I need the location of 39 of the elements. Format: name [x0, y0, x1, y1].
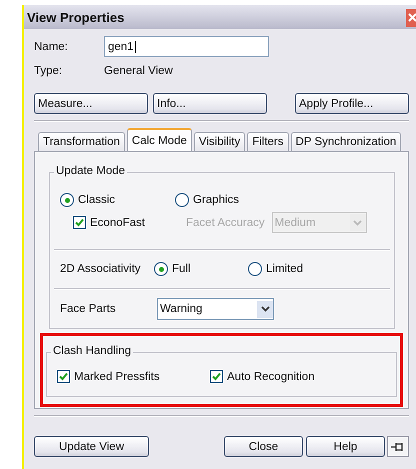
pin-button[interactable] — [387, 436, 409, 457]
checkbox[interactable] — [210, 370, 223, 383]
tab[interactable]: Visibility — [194, 132, 246, 151]
checkbox-label: Auto Recognition — [227, 370, 315, 382]
checkbox[interactable] — [57, 370, 70, 383]
radio-button[interactable] — [175, 193, 189, 207]
associativity-label: 2D Associativity — [60, 263, 142, 275]
radio-label: Graphics — [193, 194, 240, 206]
action-button[interactable]: Apply Profile... — [295, 93, 409, 114]
group-title: Clash Handling — [51, 345, 133, 357]
name-field[interactable]: gen1 — [104, 36, 269, 57]
tab[interactable]: Filters — [247, 132, 289, 151]
checkbox-label: Marked Pressfits — [74, 370, 160, 382]
radio-button[interactable] — [60, 193, 74, 207]
tab[interactable]: Calc Mode — [126, 128, 192, 151]
radio-button[interactable] — [154, 262, 168, 276]
type-value: General View — [104, 65, 173, 77]
group-title: Update Mode — [54, 165, 128, 177]
close-icon[interactable] — [406, 9, 416, 27]
dialog-button[interactable]: Close — [224, 436, 303, 457]
name-label: Name: — [34, 40, 69, 52]
tab[interactable]: DP Synchronization — [290, 132, 402, 151]
window-title: View Properties — [27, 10, 124, 24]
dialog-button[interactable]: Update View — [34, 436, 149, 457]
radio-button[interactable] — [248, 262, 262, 276]
radio-label: Classic — [78, 194, 116, 206]
tab[interactable]: Transformation — [38, 132, 125, 151]
pin-icon — [391, 442, 405, 452]
dialog-button[interactable]: Help — [306, 436, 385, 457]
type-label: Type: — [34, 65, 64, 77]
face-parts-dropdown[interactable]: Warning — [157, 298, 274, 320]
radio-label: Limited — [266, 263, 304, 275]
checkbox[interactable] — [73, 216, 86, 229]
facet-accuracy-label: Facet Accuracy — [186, 216, 265, 228]
face-parts-label: Face Parts — [60, 303, 117, 315]
checkbox-label: EconoFast — [90, 216, 145, 228]
action-button[interactable]: Measure... — [34, 93, 148, 114]
radio-label: Full — [172, 263, 191, 275]
action-button[interactable]: Info... — [153, 93, 267, 114]
